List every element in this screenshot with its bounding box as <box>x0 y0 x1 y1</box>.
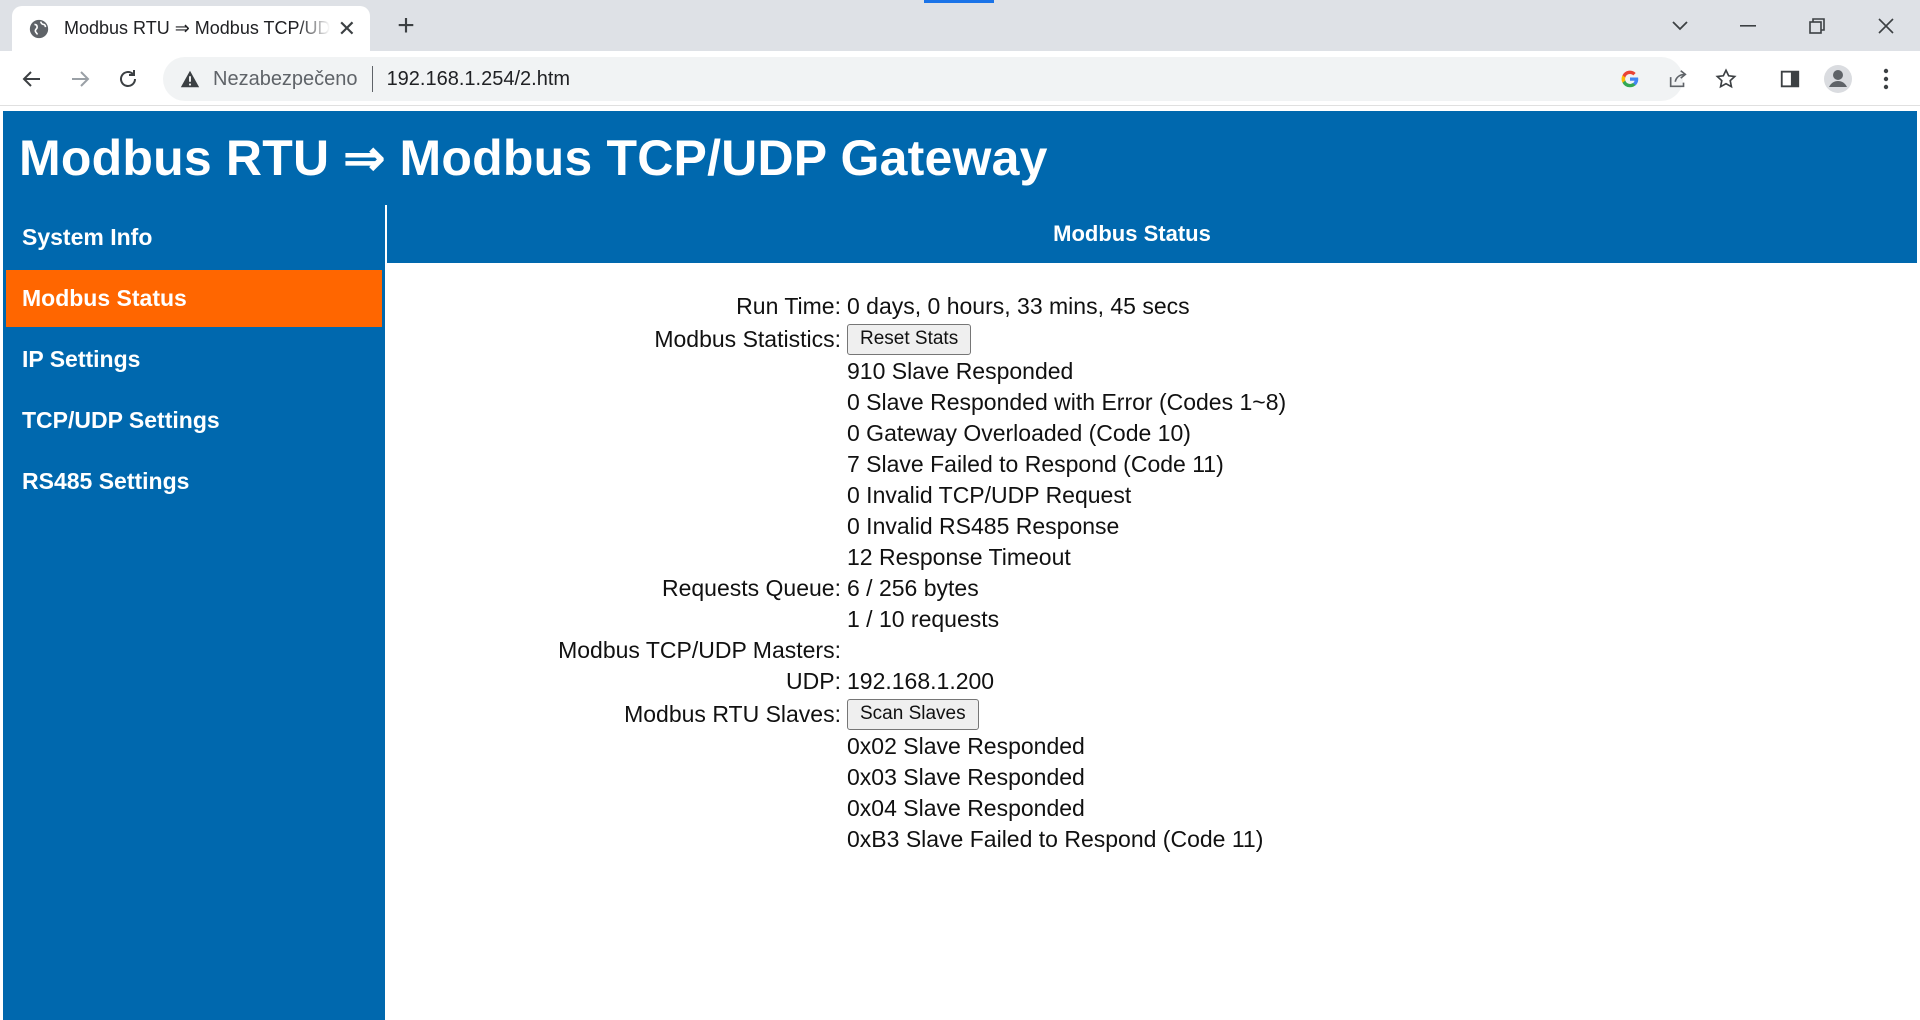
requests-queue-bytes: 6 / 256 bytes <box>847 575 979 601</box>
new-tab-icon[interactable]: + <box>390 9 422 42</box>
stat-invalid-tcp-udp: 0 Invalid TCP/UDP Request <box>847 482 1132 508</box>
slave-0x03: 0x03 Slave Responded <box>847 764 1085 790</box>
close-tab-icon[interactable]: ✕ <box>338 17 356 40</box>
slave-line: 0x03 Slave Responded <box>387 762 1917 793</box>
tab-search-chevron-icon[interactable] <box>1660 8 1700 44</box>
sidebar-item-system-info[interactable]: System Info <box>6 209 382 266</box>
page-title: Modbus RTU ⇒ Modbus TCP/UDP Gateway <box>19 130 1048 186</box>
masters-label: Modbus TCP/UDP Masters: <box>558 637 841 663</box>
browser-toolbar: Nezabezpečeno 192.168.1.254/2.htm <box>0 51 1920 106</box>
tab-title: Modbus RTU ⇒ Modbus TCP/UDP Gateway <box>64 18 330 38</box>
url-text[interactable]: 192.168.1.254/2.htm <box>387 68 570 91</box>
browser-tab[interactable]: Modbus RTU ⇒ Modbus TCP/UDP Gateway ✕ <box>12 6 370 51</box>
google-icon[interactable] <box>1615 64 1645 94</box>
tab-strip-accent <box>924 0 994 3</box>
stat-line: 0 Gateway Overloaded (Code 10) <box>387 418 1917 449</box>
close-window-icon[interactable] <box>1866 8 1906 44</box>
main-content: Modbus Status Run Time: 0 days, 0 hours,… <box>387 205 1917 1020</box>
slave-line: 0xB3 Slave Failed to Respond (Code 11) <box>387 824 1917 855</box>
stat-slave-responded: 910 Slave Responded <box>847 358 1074 384</box>
sidebar: System Info Modbus Status IP Settings TC… <box>3 205 385 1020</box>
back-icon[interactable] <box>12 59 52 99</box>
udp-label: UDP: <box>786 668 841 694</box>
bookmark-star-icon[interactable] <box>1711 64 1741 94</box>
statistics-label: Modbus Statistics: <box>654 325 841 352</box>
page-header: Modbus RTU ⇒ Modbus TCP/UDP Gateway <box>3 111 1917 205</box>
stat-line: 0 Invalid RS485 Response <box>387 511 1917 542</box>
reset-stats-button[interactable]: Reset Stats <box>847 323 972 355</box>
scan-slaves-button[interactable]: Scan Slaves <box>847 698 979 730</box>
security-label[interactable]: Nezabezpečeno <box>213 68 358 91</box>
masters-row: Modbus TCP/UDP Masters: <box>387 635 1917 666</box>
profile-avatar-icon[interactable] <box>1818 59 1858 99</box>
globe-icon <box>29 19 49 38</box>
slaves-label: Modbus RTU Slaves: <box>624 700 841 727</box>
sidebar-item-modbus-status[interactable]: Modbus Status <box>6 270 382 327</box>
requests-queue-label: Requests Queue: <box>661 575 841 601</box>
stat-line: 0 Invalid TCP/UDP Request <box>387 480 1917 511</box>
stat-slave-error: 0 Slave Responded with Error (Codes 1~8) <box>847 389 1287 415</box>
requests-queue-requests: 1 / 10 requests <box>847 606 1000 632</box>
sidebar-item-ip-settings[interactable]: IP Settings <box>6 331 382 388</box>
statistics-row: Modbus Statistics: Reset Stats <box>387 322 1917 356</box>
udp-value: 192.168.1.200 <box>847 668 995 694</box>
omnibox-divider <box>371 66 373 92</box>
stat-invalid-rs485: 0 Invalid RS485 Response <box>847 513 1120 539</box>
stat-line: 910 Slave Responded <box>387 356 1917 387</box>
section-title: Modbus Status <box>387 205 1917 263</box>
requests-queue-row: Requests Queue: 6 / 256 bytes <box>387 573 1917 604</box>
sidebar-item-rs485-settings[interactable]: RS485 Settings <box>6 453 382 510</box>
slave-0x04: 0x04 Slave Responded <box>847 795 1085 821</box>
stat-response-timeout: 12 Response Timeout <box>847 544 1071 570</box>
forward-icon[interactable] <box>60 59 100 99</box>
page: Modbus RTU ⇒ Modbus TCP/UDP Gateway Syst… <box>0 107 1920 1020</box>
sidebar-item-tcp-udp-settings[interactable]: TCP/UDP Settings <box>6 392 382 449</box>
stat-line: 12 Response Timeout <box>387 542 1917 573</box>
stat-slave-failed: 7 Slave Failed to Respond (Code 11) <box>847 451 1224 477</box>
slave-0x02: 0x02 Slave Responded <box>847 733 1085 759</box>
stat-line: 7 Slave Failed to Respond (Code 11) <box>387 449 1917 480</box>
slave-line: 0x02 Slave Responded <box>387 731 1917 762</box>
status-table: Run Time: 0 days, 0 hours, 33 mins, 45 s… <box>387 291 1917 855</box>
browser-tab-strip: Modbus RTU ⇒ Modbus TCP/UDP Gateway ✕ + <box>0 0 1920 51</box>
run-time-row: Run Time: 0 days, 0 hours, 33 mins, 45 s… <box>387 291 1917 322</box>
restore-icon[interactable] <box>1797 8 1837 44</box>
slaves-row: Modbus RTU Slaves: Scan Slaves <box>387 697 1917 731</box>
requests-queue-row: 1 / 10 requests <box>387 604 1917 635</box>
slave-0xb3: 0xB3 Slave Failed to Respond (Code 11) <box>847 826 1264 852</box>
stat-line: 0 Slave Responded with Error (Codes 1~8) <box>387 387 1917 418</box>
run-time-label: Run Time: <box>736 293 841 319</box>
side-panel-icon[interactable] <box>1770 59 1810 99</box>
minimize-icon[interactable] <box>1728 8 1768 44</box>
warning-icon[interactable] <box>179 68 201 90</box>
menu-kebab-icon[interactable] <box>1866 59 1906 99</box>
stat-gateway-overloaded: 0 Gateway Overloaded (Code 10) <box>847 420 1191 446</box>
slave-line: 0x04 Slave Responded <box>387 793 1917 824</box>
address-bar[interactable]: Nezabezpečeno 192.168.1.254/2.htm <box>163 57 1737 101</box>
udp-row: UDP: 192.168.1.200 <box>387 666 1917 697</box>
reload-icon[interactable] <box>108 59 148 99</box>
run-time-value: 0 days, 0 hours, 33 mins, 45 secs <box>847 293 1190 319</box>
share-icon[interactable] <box>1663 64 1693 94</box>
